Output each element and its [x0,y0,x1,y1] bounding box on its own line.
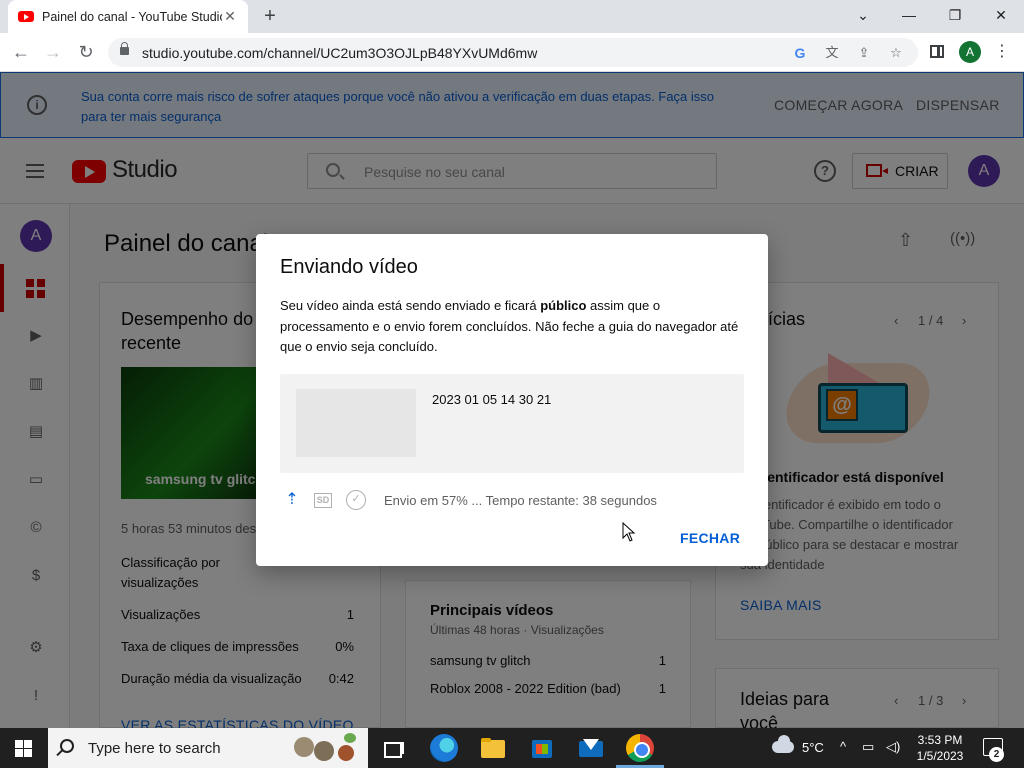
tab-close-icon[interactable]: ✕ [222,8,238,25]
file-explorer-icon[interactable] [479,734,507,762]
upload-item: 2023 01 05 14 30 21 [280,374,744,473]
dialog-message: Seu vídeo ainda está sendo enviado e fic… [280,296,746,358]
tab-title: Painel do canal - YouTube Studio [42,9,222,24]
taskbar-search-label: Type here to search [88,740,221,757]
tab-search-icon[interactable]: ⌄ [848,4,878,26]
dialog-title: Enviando vídeo [280,256,418,278]
upload-status-text: Envio em 57% ... Tempo restante: 38 segu… [384,493,657,508]
back-button[interactable]: ← [8,40,34,66]
video-file-name: 2023 01 05 14 30 21 [432,392,552,407]
address-bar-row: ← → ↻ studio.youtube.com/channel/UC2um3O… [0,33,1024,72]
close-dialog-button[interactable]: FECHAR [680,530,740,546]
clock-time: 3:53 PM [917,733,963,747]
message-text: Seu vídeo ainda está sendo enviado e fic… [280,298,541,313]
microsoft-store-icon[interactable] [528,734,556,762]
network-icon[interactable]: ▭ [862,739,874,755]
search-icon [60,739,74,753]
uploading-video-dialog: Enviando vídeo Seu vídeo ainda está send… [256,234,768,566]
side-panel-icon[interactable] [930,45,944,58]
upload-status-row: ⇡ SD ✓ Envio em 57% ... Tempo restante: … [280,490,744,514]
windows-start-icon[interactable] [15,740,32,757]
weather-cloud-icon[interactable] [772,735,794,753]
close-window-button[interactable]: ✕ [986,4,1016,26]
browser-tab-bar: Painel do canal - YouTube Studio ✕ + ⌄ —… [0,0,1024,33]
notification-count-badge: 2 [989,747,1004,762]
chrome-icon[interactable] [626,734,654,762]
sd-quality-icon: SD [314,493,332,508]
taskbar-search-box[interactable]: Type here to search [48,728,368,768]
youtube-favicon-icon [18,11,34,22]
volume-icon[interactable]: ◁) [886,739,900,755]
search-highlight-icon [294,731,364,765]
mail-icon[interactable] [577,734,605,762]
url-text[interactable]: studio.youtube.com/channel/UC2um3O3OJLpB… [142,45,537,61]
browser-profile-avatar[interactable]: A [959,41,981,63]
visibility-text: público [540,298,587,313]
browser-menu-icon[interactable]: ⋮ [994,41,1010,65]
windows-taskbar: Type here to search 5°C ^ ▭ ◁) 3:53 PM 1… [0,728,1024,768]
show-hidden-icons-icon[interactable]: ^ [840,739,846,754]
omnibox[interactable]: studio.youtube.com/channel/UC2um3O3OJLpB… [108,38,918,67]
browser-tab[interactable]: Painel do canal - YouTube Studio ✕ [8,0,248,33]
bookmark-star-icon[interactable]: ☆ [886,43,906,63]
google-lens-icon[interactable]: G [790,43,810,63]
upload-arrow-icon: ⇡ [285,491,299,508]
clock-date: 1/5/2023 [916,749,964,763]
check-icon: ✓ [346,490,366,510]
lock-icon[interactable] [120,42,129,55]
translate-icon[interactable]: 文 [822,43,842,63]
temperature[interactable]: 5°C [802,740,824,755]
thumbnail-placeholder [296,389,416,457]
restore-button[interactable]: ❐ [940,4,970,26]
edge-icon[interactable] [430,734,458,762]
forward-button[interactable]: → [40,40,66,66]
taskbar-clock[interactable]: 3:53 PM 1/5/2023 [912,732,968,764]
reload-button[interactable]: ↻ [73,40,99,66]
task-view-icon[interactable] [380,734,408,762]
new-tab-button[interactable]: + [258,5,282,29]
share-icon[interactable]: ⇪ [854,43,874,63]
minimize-button[interactable]: — [894,4,924,26]
